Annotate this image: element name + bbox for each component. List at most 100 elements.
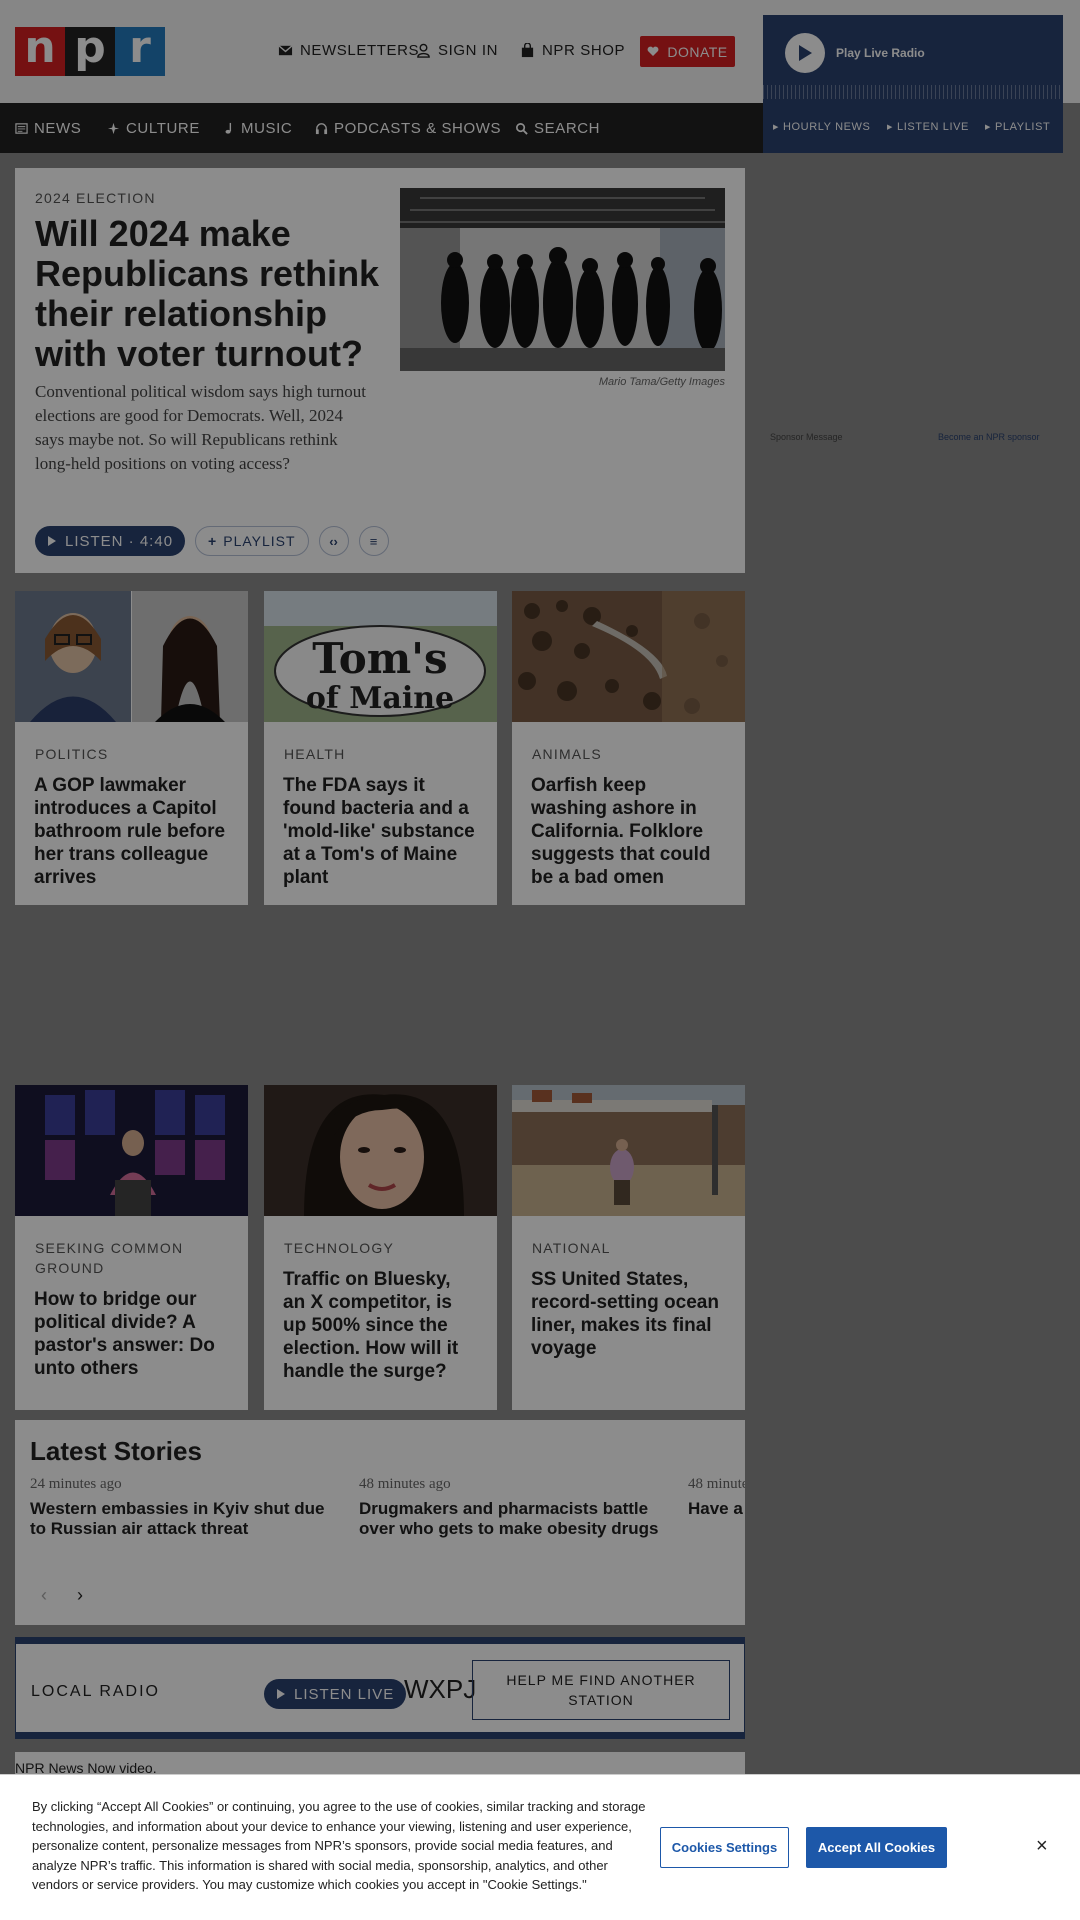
story-headline[interactable]: Have a g... These t... dinner t... — [688, 1499, 745, 1519]
listen-live-label: LISTEN LIVE — [896, 121, 969, 133]
accept-all-cookies-button[interactable]: Accept All Cookies — [806, 1827, 947, 1868]
npr-shop-label: NPR SHOP — [542, 42, 626, 59]
local-radio-label: LOCAL RADIO — [31, 1683, 160, 1700]
woman-portrait-photo — [264, 1085, 497, 1216]
sign-in-label: SIGN IN — [438, 42, 499, 59]
embed-button[interactable]: ‹› — [318, 526, 349, 556]
story-kicker[interactable]: POLITICS — [35, 744, 228, 764]
sponsor-message-label: Sponsor Message — [770, 432, 843, 442]
nav-news[interactable]: NEWS — [15, 120, 81, 137]
story-title[interactable]: SS United States, record-setting ocean l… — [531, 1268, 725, 1360]
latest-story-item[interactable]: 24 minutes ago Western embassies in Kyiv… — [30, 1476, 335, 1539]
station-call-letters: WXPJ — [404, 1674, 477, 1704]
local-radio-module: LOCAL RADIO LISTEN LIVE WXPJ HELP ME FIN… — [15, 1637, 745, 1739]
story-title[interactable]: A GOP lawmaker introduces a Capitol bath… — [34, 774, 228, 889]
chevron-left-icon: ‹ — [41, 1584, 47, 1605]
story-card[interactable]: NATIONAL SS United States, record-settin… — [512, 1085, 745, 1410]
story-image[interactable]: Tom's of Maine — [264, 591, 497, 722]
transcript-lines-icon: ≡ — [369, 533, 378, 549]
toms-sign-text-line1: Tom's — [312, 634, 447, 683]
close-icon[interactable]: × — [1036, 1835, 1048, 1858]
sign-in-link[interactable]: SIGN IN — [416, 42, 498, 59]
story-image[interactable] — [512, 1085, 745, 1216]
logo-letter-p: p — [65, 25, 115, 76]
previous-arrow-button[interactable]: ‹ — [29, 1580, 59, 1610]
caret-right-icon: ▶ — [887, 124, 893, 131]
story-timestamp: 48 minutes ago — [688, 1476, 745, 1492]
nav-podcasts-shows[interactable]: PODCASTS & SHOWS — [315, 120, 501, 137]
donate-button[interactable]: DONATE — [640, 36, 735, 67]
add-to-playlist-button[interactable]: + PLAYLIST — [195, 526, 309, 556]
story-image[interactable] — [15, 591, 248, 722]
story-card[interactable]: TECHNOLOGY Traffic on Bluesky, an X comp… — [264, 1085, 497, 1410]
story-kicker[interactable]: SEEKING COMMON GROUND — [35, 1238, 228, 1278]
next-arrow-button[interactable]: › — [65, 1580, 95, 1610]
listen-label: LISTEN · 4:40 — [65, 532, 174, 550]
become-sponsor-link[interactable]: Become an NPR sponsor — [938, 432, 1040, 442]
story-title[interactable]: How to bridge our political divide? A pa… — [34, 1288, 228, 1380]
story-card[interactable]: POLITICS A GOP lawmaker introduces a Cap… — [15, 591, 248, 905]
music-note-icon — [225, 122, 232, 134]
latest-story-item[interactable]: 48 minutes ago Have a g... These t... di… — [688, 1476, 745, 1519]
listen-live-link[interactable]: ▶ LISTEN LIVE — [887, 121, 969, 133]
npr-shop-link[interactable]: NPR SHOP — [520, 42, 625, 59]
lead-story-kicker[interactable]: 2024 ELECTION — [35, 190, 156, 206]
latest-stories-heading: Latest Stories — [30, 1436, 202, 1466]
story-image[interactable] — [512, 591, 745, 722]
newsletters-link[interactable]: NEWSLETTERS — [278, 42, 419, 59]
play-live-radio-button[interactable] — [785, 33, 825, 73]
lead-story-teaser[interactable]: Conventional political wisdom says high … — [35, 380, 375, 476]
nav-culture-label: CULTURE — [126, 120, 200, 137]
hourly-news-label: HOURLY NEWS — [782, 121, 871, 133]
nav-music[interactable]: MUSIC — [222, 120, 292, 137]
voters-silhouette-photo — [400, 188, 725, 371]
search-icon — [516, 123, 528, 135]
story-kicker[interactable]: TECHNOLOGY — [284, 1238, 477, 1258]
lead-story-image[interactable] — [400, 188, 725, 371]
story-card[interactable]: SEEKING COMMON GROUND How to bridge our … — [15, 1085, 248, 1410]
story-image[interactable] — [264, 1085, 497, 1216]
story-card[interactable]: Tom's of Maine HEALTH The FDA says it fo… — [264, 591, 497, 905]
heart-icon — [647, 46, 659, 56]
transcript-button[interactable]: ≡ — [358, 526, 389, 556]
npr-logo[interactable]: n p r — [15, 25, 165, 76]
listen-button[interactable]: LISTEN · 4:40 — [35, 526, 186, 556]
nav-culture[interactable]: CULTURE — [107, 120, 200, 137]
embed-code-icon: ‹› — [329, 533, 338, 549]
story-image[interactable] — [15, 1085, 248, 1216]
story-kicker[interactable]: NATIONAL — [532, 1238, 725, 1258]
story-title[interactable]: Oarfish keep washing ashore in Californi… — [531, 774, 725, 889]
story-timestamp: 48 minutes ago — [359, 1476, 451, 1492]
nav-podcasts-label: PODCASTS & SHOWS — [334, 120, 502, 137]
plus-icon: + — [208, 533, 218, 549]
toms-sign-text-line2: of Maine — [306, 681, 454, 716]
play-live-radio-label[interactable]: Play Live Radio — [836, 46, 925, 60]
play-icon — [277, 1689, 285, 1699]
two-lawmakers-portrait-photo — [15, 591, 248, 722]
story-headline[interactable]: Drugmakers and pharmacists battle over w… — [359, 1499, 664, 1539]
playlist-link[interactable]: ▶ PLAYLIST — [985, 121, 1050, 133]
pastor-stained-glass-photo — [15, 1085, 248, 1216]
lead-story-actions: LISTEN · 4:40 + PLAYLIST ‹› ≡ — [35, 526, 389, 556]
local-listen-live-label: LISTEN LIVE — [294, 1685, 395, 1703]
logo-letter-n: n — [15, 25, 65, 76]
story-kicker[interactable]: HEALTH — [284, 744, 477, 764]
lead-story-title[interactable]: Will 2024 make Republicans rethink their… — [35, 214, 380, 374]
main-nav: NEWS CULTURE MUSIC PODCASTS & SHOWS SEAR… — [0, 103, 763, 153]
latest-stories-module: Latest Stories 24 minutes ago Western em… — [15, 1420, 745, 1625]
nav-search[interactable]: SEARCH — [515, 120, 600, 137]
local-listen-live-button[interactable]: LISTEN LIVE — [264, 1679, 407, 1709]
newsletters-label: NEWSLETTERS — [300, 42, 420, 59]
hourly-news-link[interactable]: ▶ HOURLY NEWS — [773, 121, 870, 133]
story-title[interactable]: Traffic on Bluesky, an X competitor, is … — [283, 1268, 477, 1383]
latest-story-item[interactable]: 48 minutes ago Drugmakers and pharmacist… — [359, 1476, 664, 1539]
find-another-station-button[interactable]: HELP ME FIND ANOTHER STATION — [472, 1660, 730, 1720]
story-card[interactable]: ANIMALS Oarfish keep washing ashore in C… — [512, 591, 745, 905]
oarfish-on-beach-photo — [512, 591, 745, 722]
donate-label: DONATE — [667, 43, 728, 60]
story-headline[interactable]: Western embassies in Kyiv shut due to Ru… — [30, 1499, 335, 1539]
cookies-settings-button[interactable]: Cookies Settings — [660, 1827, 789, 1868]
headphones-icon — [315, 123, 328, 135]
story-kicker[interactable]: ANIMALS — [532, 744, 725, 764]
story-title[interactable]: The FDA says it found bacteria and a 'mo… — [283, 774, 477, 889]
